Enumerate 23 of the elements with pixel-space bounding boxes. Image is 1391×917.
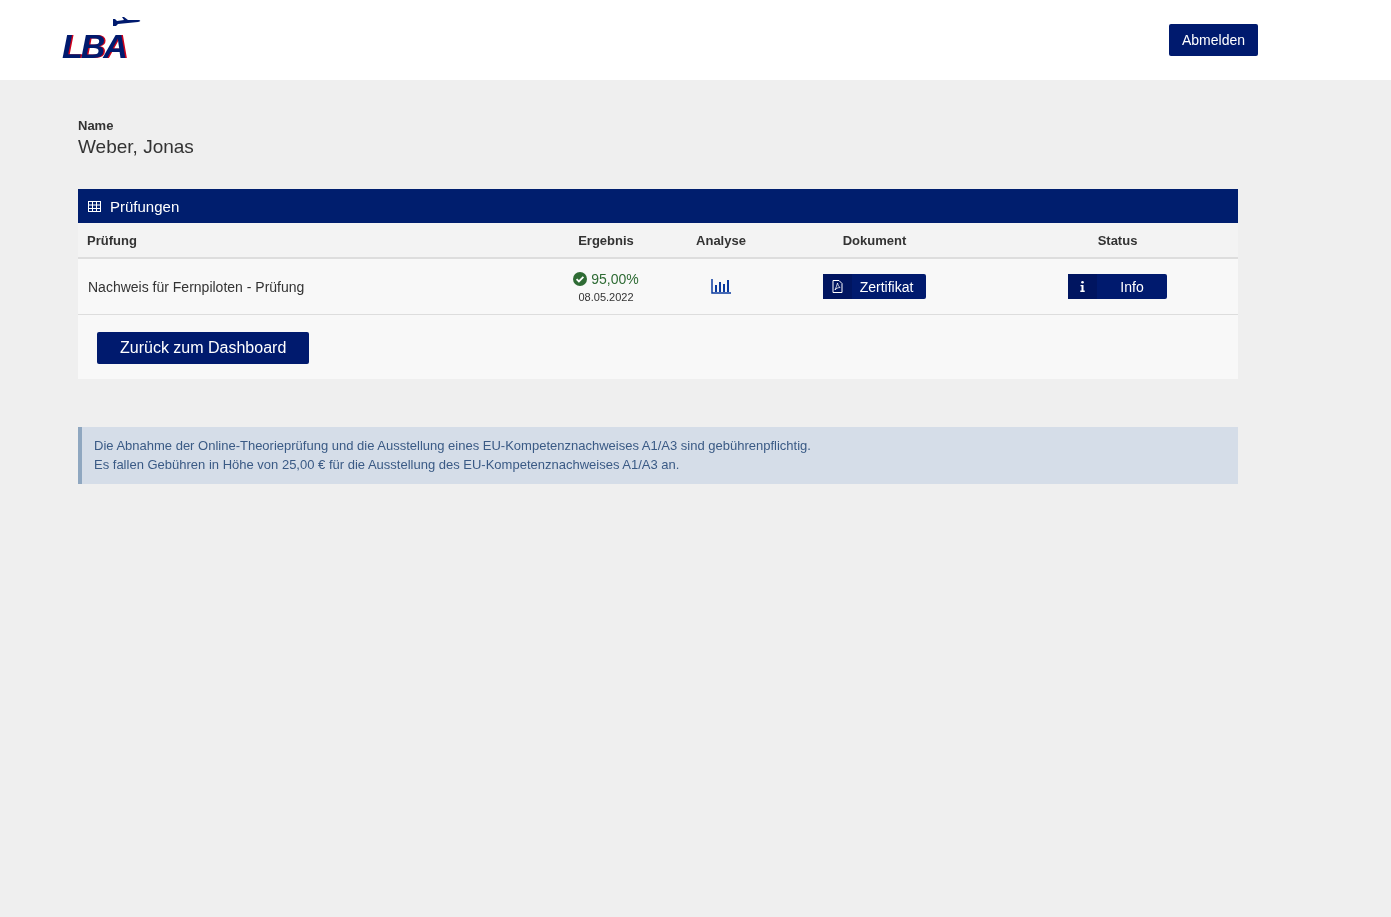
exam-name: Nachweis für Fernpiloten - Prüfung bbox=[87, 278, 306, 295]
info-button[interactable]: Info bbox=[1068, 274, 1167, 299]
column-header: Analyse bbox=[695, 232, 747, 248]
bar-chart-icon[interactable] bbox=[711, 279, 731, 294]
exam-date: 08.05.2022 bbox=[578, 290, 634, 303]
name-value: Weber, Jonas bbox=[78, 136, 195, 158]
pdf-file-icon bbox=[831, 280, 843, 293]
airplane-icon bbox=[112, 17, 142, 29]
info-icon bbox=[1080, 281, 1085, 292]
notice-text: Es fallen Gebühren in Höhe von 25,00 € für die Ausstellung des EU-Kompetenznachweises A1/A3 an. bbox=[94, 456, 681, 474]
certificate-button[interactable]: Zertifikat bbox=[822, 274, 927, 299]
notice-text: Die Abnahme der Online-Theorieprüfung und die Ausstellung eines EU-Kompetenznachweises A1/A3 sind gebührenpflichtig. bbox=[94, 437, 812, 455]
column-header: Prüfung bbox=[86, 232, 138, 248]
column-header: Status bbox=[1096, 232, 1139, 248]
column-header: Dokument bbox=[841, 232, 908, 248]
name-label: Name bbox=[78, 118, 115, 133]
panel-title: Prüfungen bbox=[110, 197, 180, 215]
score-value: 95,00% bbox=[591, 270, 639, 287]
logo[interactable]: LBA bbox=[60, 17, 142, 63]
column-header: Ergebnis bbox=[577, 232, 635, 248]
table-icon bbox=[88, 200, 101, 212]
back-to-dashboard-button[interactable]: Zurück zum Dashboard bbox=[97, 332, 310, 364]
logout-button[interactable]: Abmelden bbox=[1168, 24, 1258, 56]
